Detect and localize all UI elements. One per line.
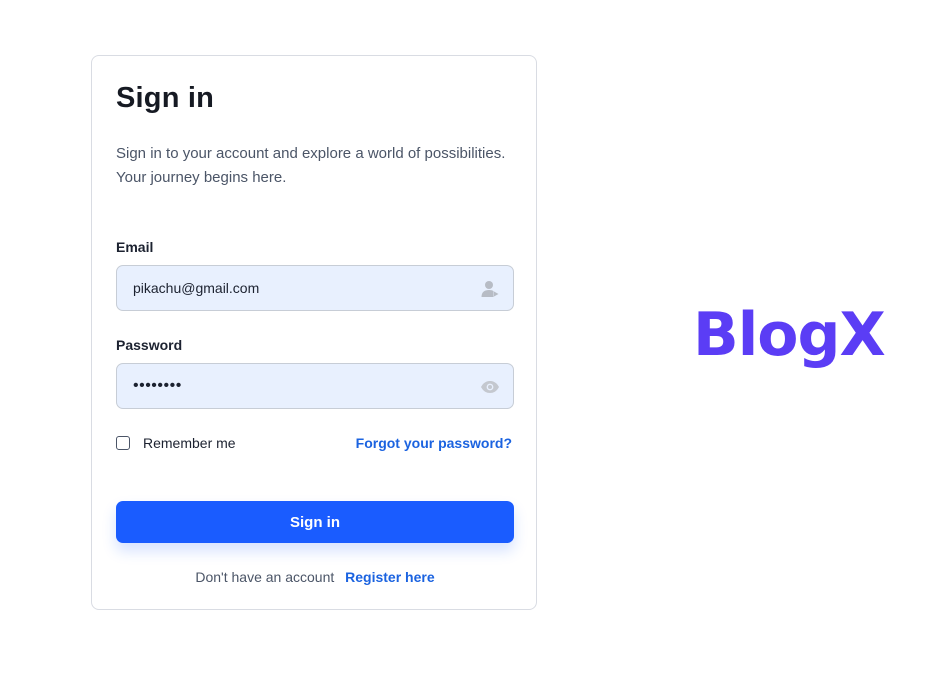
email-field-wrapper bbox=[116, 265, 514, 311]
remember-me-row: Remember me bbox=[116, 435, 236, 451]
register-prompt: Don't have an account bbox=[195, 569, 335, 585]
forgot-password-link[interactable]: Forgot your password? bbox=[356, 435, 512, 451]
email-label: Email bbox=[116, 239, 154, 255]
eye-icon[interactable] bbox=[480, 377, 500, 397]
password-label: Password bbox=[116, 337, 183, 353]
email-field[interactable] bbox=[133, 266, 463, 310]
subtitle: Sign in to your account and explore a wo… bbox=[116, 145, 506, 186]
page-title: Sign in bbox=[116, 82, 215, 114]
remember-me-label[interactable]: Remember me bbox=[143, 435, 236, 451]
page: Sign in Sign in to your account and expl… bbox=[0, 0, 941, 690]
register-link[interactable]: Register here bbox=[345, 569, 434, 585]
signin-card: Sign in Sign in to your account and expl… bbox=[91, 55, 537, 610]
remember-me-checkbox[interactable] bbox=[116, 436, 130, 450]
password-field[interactable] bbox=[133, 364, 463, 408]
sign-in-button[interactable]: Sign in bbox=[116, 501, 514, 543]
password-field-wrapper bbox=[116, 363, 514, 409]
register-row: Don't have an account Register here bbox=[92, 569, 538, 585]
user-icon bbox=[480, 279, 500, 299]
brand-logo: BlogX bbox=[693, 300, 886, 370]
